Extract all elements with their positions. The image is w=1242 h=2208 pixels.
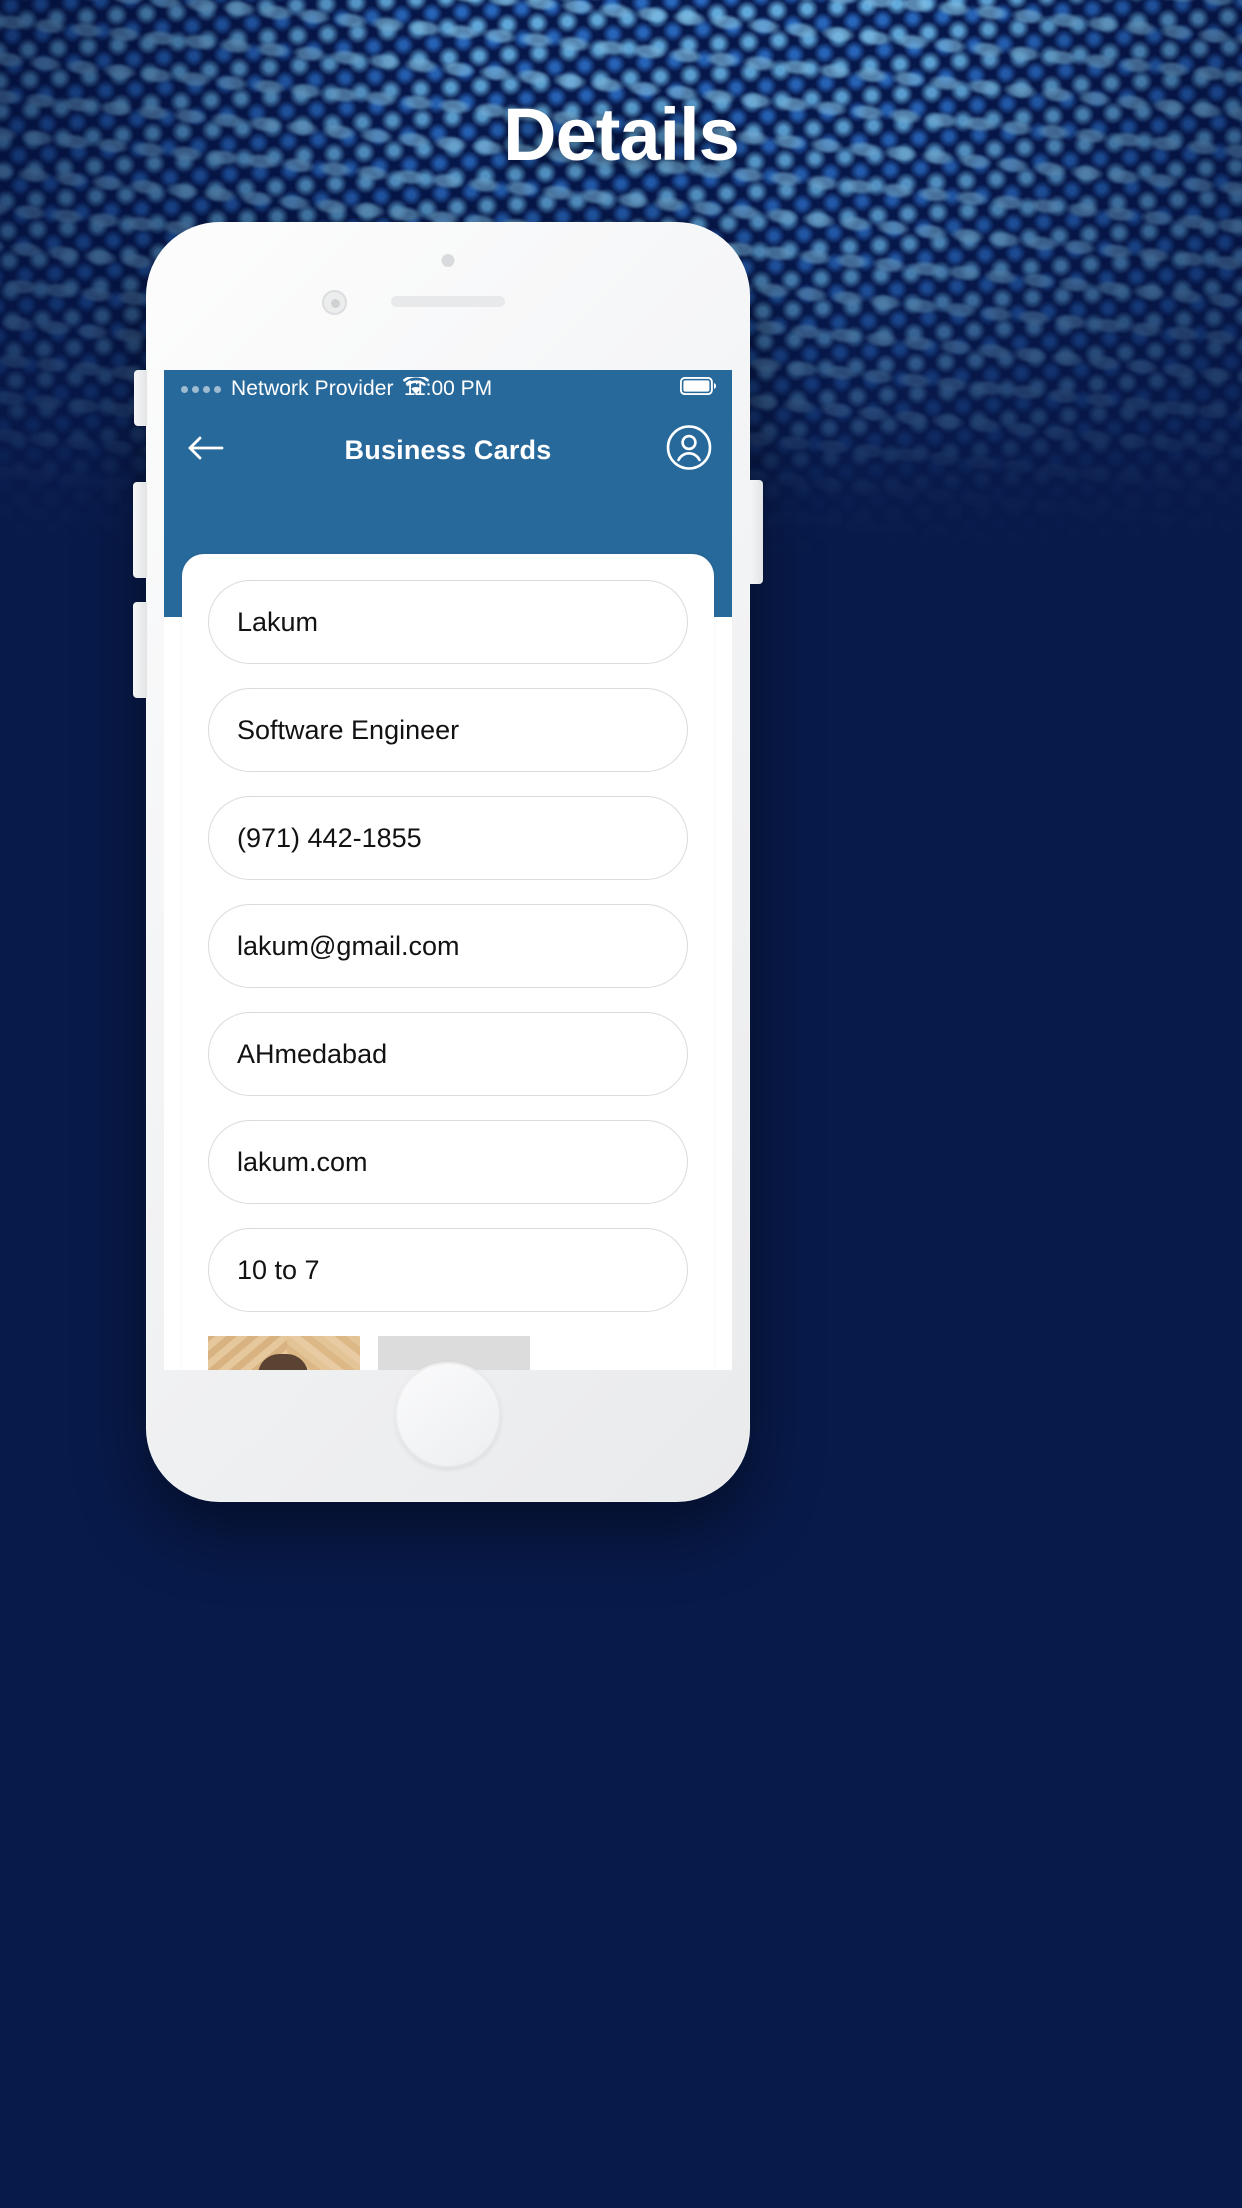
silent-switch[interactable] xyxy=(134,370,147,426)
proximity-sensor xyxy=(441,254,455,267)
name-field[interactable]: Lakum xyxy=(208,580,688,664)
hours-field[interactable]: 10 to 7 xyxy=(208,1228,688,1312)
email-field[interactable]: lakum@gmail.com xyxy=(208,904,688,988)
home-button[interactable] xyxy=(395,1362,501,1468)
signal-dots-icon xyxy=(181,385,221,393)
user-circle-icon[interactable] xyxy=(666,425,712,476)
volume-up-button[interactable] xyxy=(133,482,147,578)
page-title: Details xyxy=(503,93,740,176)
details-card: Lakum Software Engineer (971) 442-1855 l… xyxy=(182,554,714,1370)
front-camera-icon xyxy=(322,290,347,315)
job-title-field-value: Software Engineer xyxy=(237,714,460,745)
carrier-label: Network Provider xyxy=(231,377,394,400)
battery-full-icon xyxy=(679,376,717,401)
city-field[interactable]: AHmedabad xyxy=(208,1012,688,1096)
earpiece-speaker xyxy=(391,296,505,307)
hours-field-value: 10 to 7 xyxy=(237,1254,320,1285)
name-field-value: Lakum xyxy=(237,606,319,637)
phone-field[interactable]: (971) 442-1855 xyxy=(208,796,688,880)
back-button[interactable] xyxy=(186,435,224,466)
email-field-value: lakum@gmail.com xyxy=(237,930,460,961)
website-field[interactable]: lakum.com xyxy=(208,1120,688,1204)
navigation-bar: Business Cards xyxy=(164,408,732,492)
photo-thumbnail[interactable] xyxy=(208,1336,360,1370)
phone-mockup: Network Provider 11:00 PM Business Cards… xyxy=(133,222,763,1502)
page-heading: Business Cards xyxy=(344,434,552,465)
status-bar: Network Provider 11:00 PM xyxy=(164,370,732,408)
volume-down-button[interactable] xyxy=(133,602,147,698)
status-time: 11:00 PM xyxy=(403,377,493,400)
website-field-value: lakum.com xyxy=(237,1146,368,1177)
phone-screen: Network Provider 11:00 PM Business Cards… xyxy=(164,370,732,1370)
power-button[interactable] xyxy=(749,480,763,584)
job-title-field[interactable]: Software Engineer xyxy=(208,688,688,772)
city-field-value: AHmedabad xyxy=(237,1038,388,1069)
phone-field-value: (971) 442-1855 xyxy=(237,822,422,853)
